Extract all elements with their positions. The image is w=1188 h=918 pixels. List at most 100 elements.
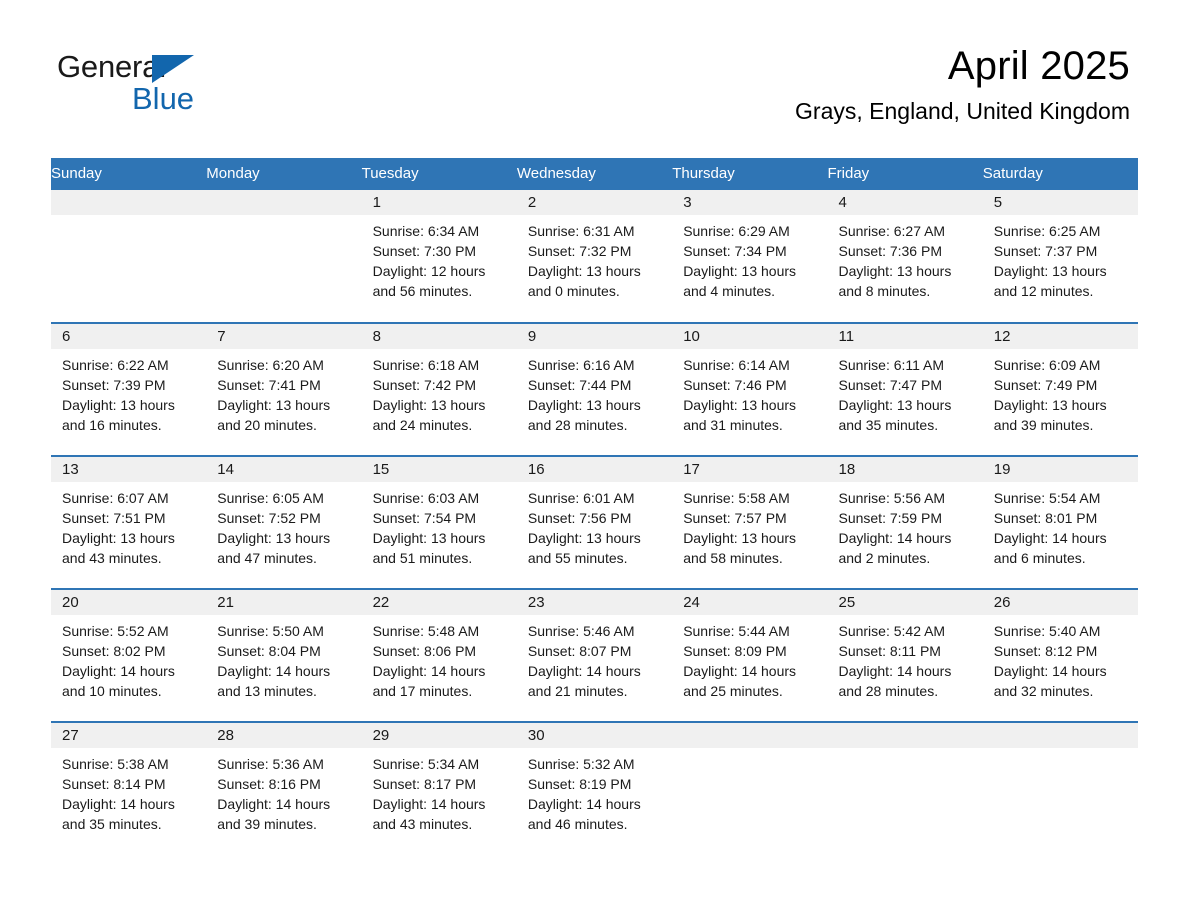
calendar-day-cell[interactable]: 23 Sunrise: 5:46 AM Sunset: 8:07 PM Dayl… xyxy=(516,588,673,722)
day-number: 29 xyxy=(361,723,517,748)
daylight-text-line1: Daylight: 14 hours xyxy=(993,530,1107,546)
sunrise-text: Sunrise: 6:25 AM xyxy=(993,223,1101,239)
daylight-text-line1: Daylight: 14 hours xyxy=(527,796,641,812)
logo-triangle-icon xyxy=(152,55,194,83)
calendar-day-cell[interactable]: 8 Sunrise: 6:18 AM Sunset: 7:42 PM Dayli… xyxy=(361,322,517,456)
daylight-text-line1: Daylight: 14 hours xyxy=(217,663,331,679)
page-title: April 2025 xyxy=(947,44,1130,88)
day-number: 26 xyxy=(982,590,1139,615)
title-block: April 2025 Grays, England, United Kingdo… xyxy=(795,42,1130,126)
calendar-day-cell[interactable]: 16 Sunrise: 6:01 AM Sunset: 7:56 PM Dayl… xyxy=(516,455,673,589)
sunrise-text: Sunrise: 6:07 AM xyxy=(62,490,169,506)
sunset-text: Sunset: 7:34 PM xyxy=(683,243,787,259)
daylight-text-line2: and 39 minutes. xyxy=(993,417,1094,433)
calendar-day-cell[interactable]: 28 Sunrise: 5:36 AM Sunset: 8:16 PM Dayl… xyxy=(206,721,362,855)
daylight-text-line2: and 56 minutes. xyxy=(372,283,473,299)
calendar-day-cell[interactable]: 11 Sunrise: 6:11 AM Sunset: 7:47 PM Dayl… xyxy=(827,322,983,456)
calendar-day-cell xyxy=(982,721,1139,855)
weekday-header-monday: Monday xyxy=(206,158,362,190)
daylight-text-line2: and 35 minutes. xyxy=(838,417,939,433)
sunrise-text: Sunrise: 5:58 AM xyxy=(683,490,790,506)
sunrise-text: Sunrise: 5:50 AM xyxy=(217,623,324,639)
calendar-day-cell[interactable]: 29 Sunrise: 5:34 AM Sunset: 8:17 PM Dayl… xyxy=(361,721,517,855)
sunrise-text: Sunrise: 5:44 AM xyxy=(683,623,790,639)
day-number: 16 xyxy=(516,457,673,482)
daylight-text-line2: and 43 minutes. xyxy=(62,550,162,566)
calendar-week-row: 20 Sunrise: 5:52 AM Sunset: 8:02 PM Dayl… xyxy=(51,588,1139,722)
daylight-text-line1: Daylight: 13 hours xyxy=(527,530,641,546)
calendar-day-cell[interactable]: 21 Sunrise: 5:50 AM Sunset: 8:04 PM Dayl… xyxy=(206,588,362,722)
daylight-text-line1: Daylight: 14 hours xyxy=(993,663,1107,679)
calendar-day-cell xyxy=(827,721,983,855)
logo-word-blue: Blue xyxy=(132,81,195,116)
sunset-text: Sunset: 7:46 PM xyxy=(683,377,787,393)
weekday-header-thursday: Thursday xyxy=(672,158,828,190)
sunset-text: Sunset: 8:12 PM xyxy=(993,643,1098,659)
calendar-day-cell[interactable]: 2 Sunrise: 6:31 AM Sunset: 7:32 PM Dayli… xyxy=(516,190,673,323)
daylight-text-line1: Daylight: 13 hours xyxy=(62,530,175,546)
sunset-text: Sunset: 7:42 PM xyxy=(372,377,477,393)
day-details: Sunrise: 5:32 AM Sunset: 8:19 PM Dayligh… xyxy=(517,748,672,834)
day-number: 30 xyxy=(516,723,673,748)
day-number: 1 xyxy=(361,190,517,215)
calendar-day-cell[interactable]: 12 Sunrise: 6:09 AM Sunset: 7:49 PM Dayl… xyxy=(982,322,1139,456)
day-details: Sunrise: 5:34 AM Sunset: 8:17 PM Dayligh… xyxy=(362,748,517,834)
daylight-text-line2: and 0 minutes. xyxy=(527,283,620,299)
daylight-text-line1: Daylight: 14 hours xyxy=(62,663,175,679)
daylight-text-line1: Daylight: 12 hours xyxy=(372,263,486,279)
calendar-day-cell[interactable]: 15 Sunrise: 6:03 AM Sunset: 7:54 PM Dayl… xyxy=(361,455,517,589)
calendar-day-cell[interactable]: 9 Sunrise: 6:16 AM Sunset: 7:44 PM Dayli… xyxy=(516,322,673,456)
sunrise-text: Sunrise: 6:34 AM xyxy=(372,223,480,239)
daylight-text-line1: Daylight: 13 hours xyxy=(838,263,952,279)
calendar-day-cell[interactable]: 20 Sunrise: 5:52 AM Sunset: 8:02 PM Dayl… xyxy=(51,588,207,722)
calendar-day-cell[interactable]: 22 Sunrise: 5:48 AM Sunset: 8:06 PM Dayl… xyxy=(361,588,517,722)
sunset-text: Sunset: 8:19 PM xyxy=(527,776,632,792)
calendar-day-cell[interactable]: 13 Sunrise: 6:07 AM Sunset: 7:51 PM Dayl… xyxy=(51,455,207,589)
day-details: Sunrise: 6:22 AM Sunset: 7:39 PM Dayligh… xyxy=(51,349,206,435)
calendar-day-cell xyxy=(206,190,362,323)
day-details: Sunrise: 6:29 AM Sunset: 7:34 PM Dayligh… xyxy=(672,215,827,301)
calendar-day-cell[interactable]: 6 Sunrise: 6:22 AM Sunset: 7:39 PM Dayli… xyxy=(51,322,207,456)
day-details: Sunrise: 6:18 AM Sunset: 7:42 PM Dayligh… xyxy=(362,349,517,435)
calendar-day-cell[interactable]: 10 Sunrise: 6:14 AM Sunset: 7:46 PM Dayl… xyxy=(672,322,828,456)
daylight-text-line1: Daylight: 14 hours xyxy=(838,663,952,679)
calendar-day-cell[interactable]: 19 Sunrise: 5:54 AM Sunset: 8:01 PM Dayl… xyxy=(982,455,1139,589)
calendar-day-cell[interactable]: 30 Sunrise: 5:32 AM Sunset: 8:19 PM Dayl… xyxy=(516,721,673,855)
day-number: 8 xyxy=(361,324,517,349)
calendar-day-cell[interactable]: 25 Sunrise: 5:42 AM Sunset: 8:11 PM Dayl… xyxy=(827,588,983,722)
sunset-text: Sunset: 7:37 PM xyxy=(993,243,1098,259)
day-number: 19 xyxy=(982,457,1139,482)
calendar-day-cell[interactable]: 7 Sunrise: 6:20 AM Sunset: 7:41 PM Dayli… xyxy=(206,322,362,456)
calendar-week-row: 1 Sunrise: 6:34 AM Sunset: 7:30 PM Dayli… xyxy=(51,190,1139,323)
calendar-day-cell[interactable]: 14 Sunrise: 6:05 AM Sunset: 7:52 PM Dayl… xyxy=(206,455,362,589)
day-number: 17 xyxy=(672,457,828,482)
sunset-text: Sunset: 7:47 PM xyxy=(838,377,942,393)
day-number: 6 xyxy=(51,324,207,349)
daylight-text-line2: and 46 minutes. xyxy=(527,816,628,832)
calendar-day-cell[interactable]: 4 Sunrise: 6:27 AM Sunset: 7:36 PM Dayli… xyxy=(827,190,983,323)
weekday-header-saturday: Saturday xyxy=(982,158,1139,190)
day-number xyxy=(51,190,207,215)
calendar-day-cell[interactable]: 18 Sunrise: 5:56 AM Sunset: 7:59 PM Dayl… xyxy=(827,455,983,589)
daylight-text-line2: and 8 minutes. xyxy=(838,283,931,299)
sunrise-text: Sunrise: 6:29 AM xyxy=(683,223,790,239)
day-number: 7 xyxy=(206,324,362,349)
day-number: 12 xyxy=(982,324,1139,349)
calendar-day-cell[interactable]: 24 Sunrise: 5:44 AM Sunset: 8:09 PM Dayl… xyxy=(672,588,828,722)
calendar-day-cell[interactable]: 1 Sunrise: 6:34 AM Sunset: 7:30 PM Dayli… xyxy=(361,190,517,323)
sunrise-text: Sunrise: 5:52 AM xyxy=(62,623,169,639)
day-number: 5 xyxy=(982,190,1139,215)
calendar-day-cell[interactable]: 5 Sunrise: 6:25 AM Sunset: 7:37 PM Dayli… xyxy=(982,190,1139,323)
sunset-text: Sunset: 8:16 PM xyxy=(217,776,321,792)
day-number: 13 xyxy=(51,457,207,482)
sunset-text: Sunset: 8:09 PM xyxy=(683,643,787,659)
sunrise-text: Sunrise: 6:31 AM xyxy=(527,223,635,239)
calendar-day-cell xyxy=(51,190,207,323)
calendar-day-cell[interactable]: 17 Sunrise: 5:58 AM Sunset: 7:57 PM Dayl… xyxy=(672,455,828,589)
calendar-day-cell[interactable]: 26 Sunrise: 5:40 AM Sunset: 8:12 PM Dayl… xyxy=(982,588,1139,722)
daylight-text-line2: and 43 minutes. xyxy=(372,816,473,832)
daylight-text-line1: Daylight: 13 hours xyxy=(838,397,952,413)
logo-word-general: General xyxy=(57,49,166,84)
calendar-day-cell[interactable]: 27 Sunrise: 5:38 AM Sunset: 8:14 PM Dayl… xyxy=(51,721,207,855)
calendar-day-cell[interactable]: 3 Sunrise: 6:29 AM Sunset: 7:34 PM Dayli… xyxy=(672,190,828,323)
